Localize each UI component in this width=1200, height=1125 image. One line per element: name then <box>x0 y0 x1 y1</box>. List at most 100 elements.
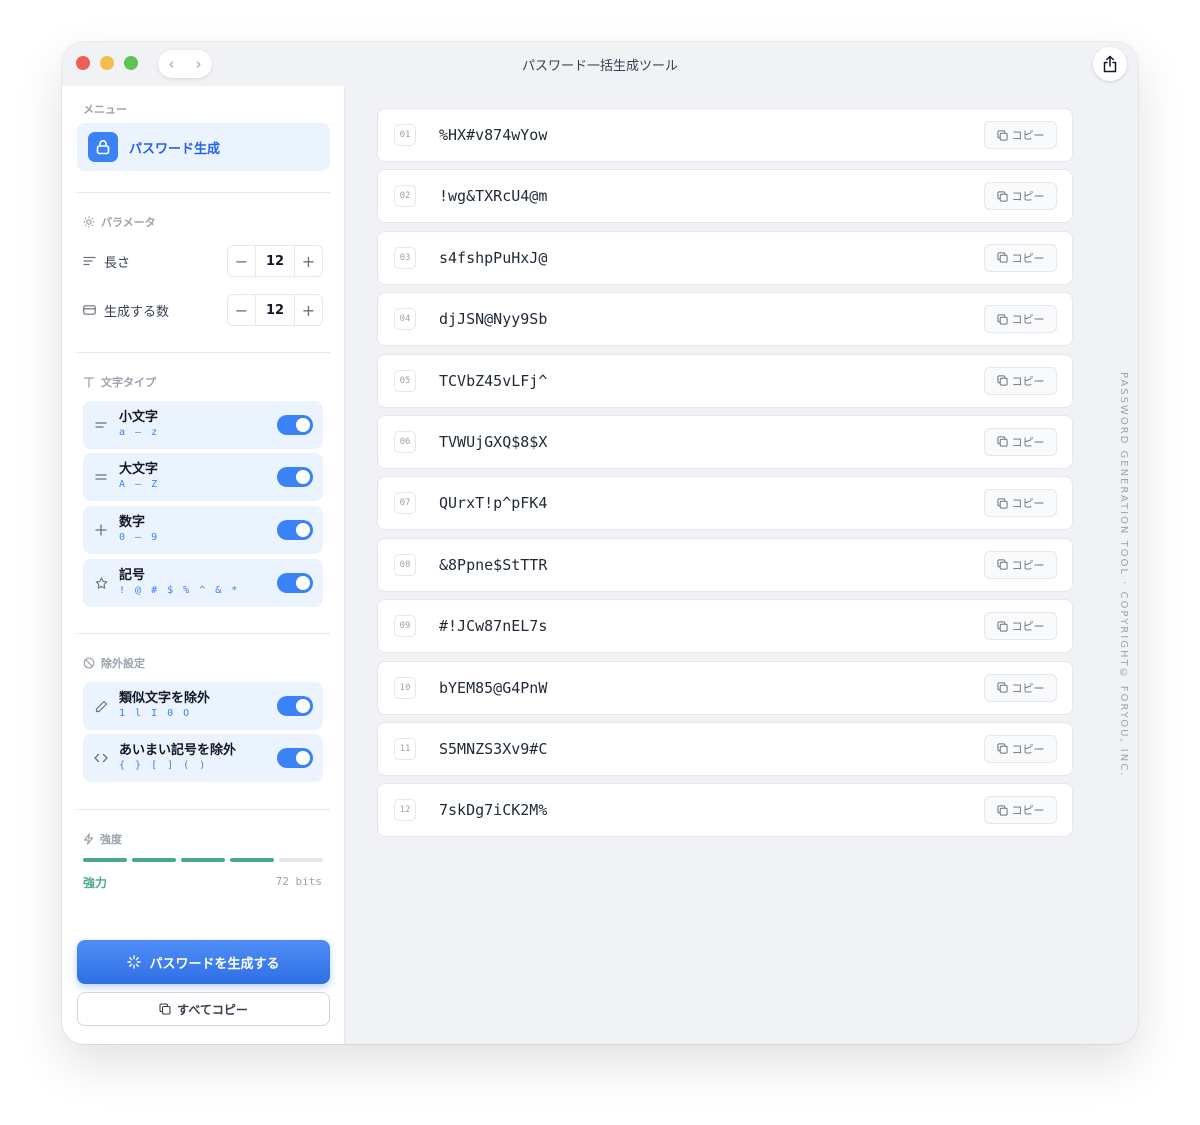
copy-button[interactable]: コピー <box>984 550 1057 579</box>
password-value[interactable]: !wg&TXRcU4@m <box>439 187 984 205</box>
password-value[interactable]: S5MNZS3Xv9#C <box>439 740 984 758</box>
symbols-switch[interactable] <box>277 573 313 593</box>
exclude-similar-switch[interactable] <box>277 696 313 716</box>
exclusions-section: 除外設定 <box>83 655 145 671</box>
copy-button-label: コピー <box>1011 313 1045 327</box>
copy-button[interactable]: コピー <box>984 612 1057 641</box>
row-number: 11 <box>394 737 416 760</box>
text-lines-icon <box>93 417 109 433</box>
row-number: 12 <box>394 799 416 822</box>
strength-meter <box>83 858 323 862</box>
password-value[interactable]: djJSN@Nyy9Sb <box>439 310 984 328</box>
copy-icon <box>996 498 1008 509</box>
toggle-title: あいまい記号を除外 <box>119 743 237 758</box>
row-number: 09 <box>394 615 416 638</box>
main-content: 01 %HX#v874wYow コピー 02 !wg&TXRcU4@m コピー 03 s4fs… <box>346 86 1138 1044</box>
count-label: 生成する数 <box>104 304 170 320</box>
toggle-title: 数字 <box>119 515 146 530</box>
copy-button-label: コピー <box>1011 681 1045 695</box>
password-value[interactable]: bYEM85@G4PnW <box>439 679 984 697</box>
copy-icon <box>996 559 1008 570</box>
length-increment-button[interactable]: + <box>295 246 322 276</box>
password-value[interactable]: TVWUjGXQ$8$X <box>439 433 984 451</box>
strength-bits: 72 bits <box>275 875 322 888</box>
copy-icon <box>996 191 1008 202</box>
copy-button[interactable]: コピー <box>984 243 1057 272</box>
password-row: 05 TCVbZ45vLFj^ コピー <box>377 353 1073 408</box>
toggle-subtitle: { } [ ] ( ) <box>119 760 208 771</box>
pencil-icon <box>93 698 109 714</box>
copy-all-label: すべてコピー <box>177 1002 248 1017</box>
toggle-uppercase[interactable]: 大文字 A – Z <box>83 453 323 501</box>
copy-button-label: コピー <box>1011 742 1045 756</box>
copy-icon <box>996 743 1008 754</box>
copy-button-label: コピー <box>1011 435 1045 449</box>
toggle-subtitle: ! @ # $ % ^ & * <box>119 585 240 596</box>
row-number: 03 <box>394 246 416 269</box>
copy-button[interactable]: コピー <box>984 366 1057 395</box>
password-value[interactable]: %HX#v874wYow <box>439 126 984 144</box>
copy-button[interactable]: コピー <box>984 489 1057 518</box>
row-number: 04 <box>394 308 416 331</box>
count-value[interactable]: 12 <box>255 295 295 325</box>
copy-button[interactable]: コピー <box>984 121 1057 149</box>
toggle-digits[interactable]: 数字 0 – 9 <box>83 506 323 554</box>
copy-button[interactable]: コピー <box>984 427 1057 456</box>
password-value[interactable]: TCVbZ45vLFj^ <box>439 372 984 390</box>
count-decrement-button[interactable]: − <box>228 295 255 325</box>
copy-all-button[interactable]: すべてコピー <box>77 992 330 1026</box>
share-button[interactable] <box>1093 47 1127 81</box>
share-icon <box>1103 55 1117 73</box>
card-icon <box>83 305 96 315</box>
row-number: 02 <box>394 185 416 208</box>
copy-button[interactable]: コピー <box>984 305 1057 334</box>
copy-button[interactable]: コピー <box>984 182 1057 211</box>
password-row: 02 !wg&TXRcU4@m コピー <box>377 169 1073 224</box>
toggle-lowercase[interactable]: 小文字 a – z <box>83 401 323 449</box>
digits-switch[interactable] <box>277 520 313 540</box>
loader-icon <box>127 955 142 969</box>
copy-icon <box>996 682 1008 693</box>
password-row: 04 djJSN@Nyy9Sb コピー <box>377 292 1073 347</box>
toggle-exclude-similar[interactable]: 類似文字を除外 1 l I 0 O <box>83 682 323 730</box>
exclude-ambiguous-switch[interactable] <box>277 748 313 768</box>
toggle-title: 大文字 <box>119 462 159 477</box>
ban-icon <box>83 657 95 669</box>
toggle-symbols[interactable]: 記号 ! @ # $ % ^ & * <box>83 559 323 607</box>
copy-button[interactable]: コピー <box>984 796 1057 825</box>
copy-button[interactable]: コピー <box>984 673 1057 702</box>
text-lines-icon <box>93 469 109 485</box>
copy-button[interactable]: コピー <box>984 734 1057 763</box>
password-value[interactable]: s4fshpPuHxJ@ <box>439 249 984 267</box>
toggle-subtitle: a – z <box>119 427 160 438</box>
copy-icon <box>159 1003 171 1015</box>
strength-segment <box>83 858 127 862</box>
toggle-title: 記号 <box>119 568 146 583</box>
copy-button-label: コピー <box>1011 497 1045 511</box>
copy-icon <box>996 621 1008 632</box>
copy-icon <box>996 252 1008 263</box>
copy-icon <box>996 805 1008 816</box>
toggle-exclude-ambiguous[interactable]: あいまい記号を除外 { } [ ] ( ) <box>83 734 323 782</box>
lowercase-switch[interactable] <box>277 415 313 435</box>
count-increment-button[interactable]: + <box>295 295 322 325</box>
generate-button-label: パスワードを生成する <box>149 956 280 972</box>
params-section-label: パラメータ <box>101 216 156 229</box>
char-types-section-label: 文字タイプ <box>101 376 156 389</box>
generate-button[interactable]: パスワードを生成する <box>77 940 330 984</box>
password-value[interactable]: 7skDg7iCK2M% <box>439 801 984 819</box>
toggle-subtitle: 1 l I 0 O <box>119 708 192 719</box>
password-value[interactable]: QUrxT!p^pFK4 <box>439 494 984 512</box>
row-number: 01 <box>394 124 416 146</box>
toggle-title: 類似文字を除外 <box>119 691 211 706</box>
length-decrement-button[interactable]: − <box>228 246 255 276</box>
length-value[interactable]: 12 <box>255 246 295 276</box>
password-value[interactable]: &8Ppne$StTTR <box>439 556 984 574</box>
password-value[interactable]: #!JCw87nEL7s <box>439 617 984 635</box>
length-row: 長さ − 12 + <box>83 245 323 277</box>
bolt-icon <box>83 833 94 845</box>
uppercase-switch[interactable] <box>277 467 313 487</box>
strength-label: 強力 <box>83 876 108 890</box>
menu-item-password-generate[interactable]: パスワード生成 <box>77 123 330 171</box>
copy-button-label: コピー <box>1011 804 1045 818</box>
